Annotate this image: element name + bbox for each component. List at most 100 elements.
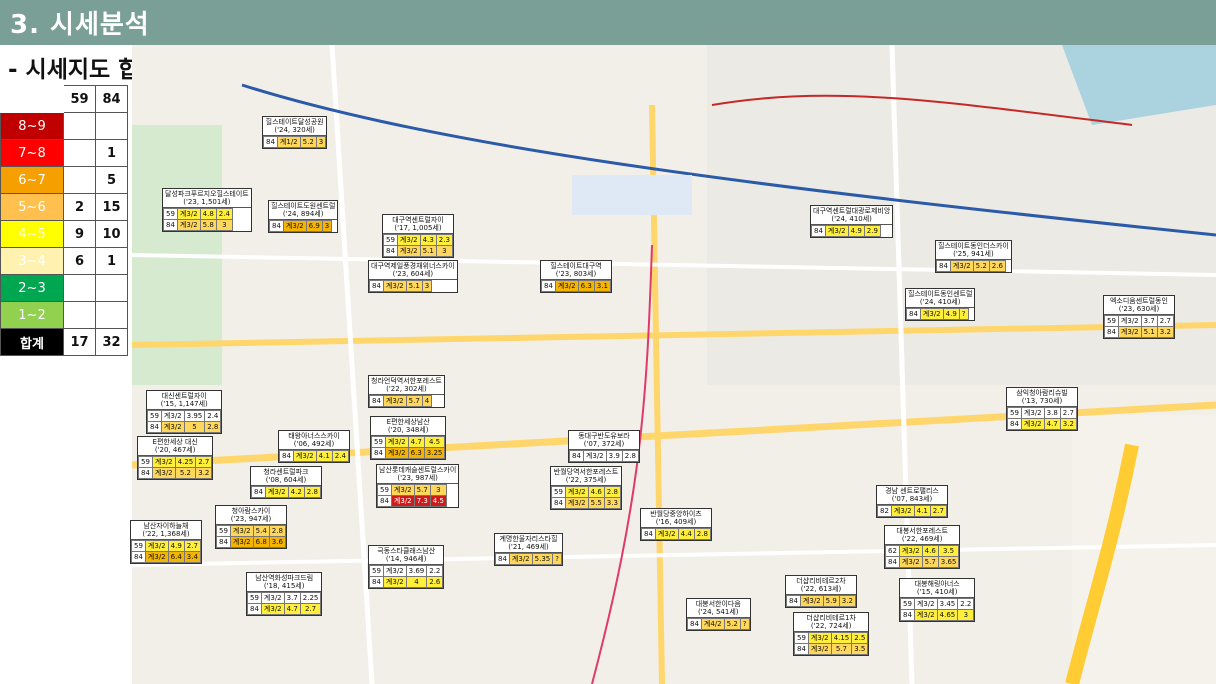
listing-cell: 2.6: [426, 576, 444, 588]
listing-box[interactable]: 힐스테이트동인센트럴 ('24, 410세) 84 계3/2 4.9?: [905, 288, 976, 321]
legend-header: 59 84: [0, 85, 128, 113]
listing-box[interactable]: 남산롯데캐슬센트럴스카이 ('23, 987세) 59 계3/2 5.7 3 84 계3/2 7…: [376, 464, 460, 508]
listing-price-table: 62 계3/2 4.6 3.5 84 계3/2 5.7 3.65: [885, 545, 960, 568]
listing-box[interactable]: 대신센트럴자이 ('15, 1,147세) 59 계3/2 3.95 2.4 84 계3/2 5…: [146, 390, 223, 434]
listing-cell: 계3/2: [1117, 326, 1142, 338]
listing-cell: 계4/2: [700, 618, 725, 630]
listing-title: 청라센트럴파크 ('08, 604세): [251, 467, 321, 486]
listing-cell: 3.7: [1140, 315, 1158, 327]
legend-range: 7~8: [0, 139, 64, 167]
listing-box[interactable]: 대구역센트럴대광로제비앙 ('24, 410세) 84 계3/2 4.9 2.9: [810, 205, 894, 238]
listing-box[interactable]: 대봉해링아너스 ('15, 410세) 59 계3/2 3.45 2.2 84 계3/2 4.6…: [899, 578, 976, 622]
legend-count-84: 1: [95, 139, 128, 167]
listing-year: ('24, 410세): [919, 298, 961, 306]
listing-box[interactable]: 청아람스카이 ('23, 947세) 59 계3/2 5.4 2.8 84 계3/2 6.8 3.…: [215, 505, 287, 549]
listing-box[interactable]: 대구역제일풍경채위너스카이 ('23, 604세) 84 계3/2 5.1 3: [368, 260, 458, 293]
listing-cell: 2.8: [268, 525, 286, 537]
listing-year: ('15, 410세): [916, 588, 958, 596]
listing-box[interactable]: 삼익청아람리슈빌 ('13, 730세) 59 계3/2 3.8 2.7 84 계3/2 4.7…: [1006, 387, 1078, 431]
listing-box[interactable]: 달성파크푸르지오힐스테이트 ('23, 1,501세) 59 계3/2 4.8 2.4 84…: [162, 188, 252, 232]
listing-price-row: 59 계3/2 3.7 2.25: [247, 592, 322, 604]
listing-box[interactable]: 경남 센트로팰리스 ('07, 843세) 82 계3/2 4.1 2.7: [876, 485, 948, 518]
legend-count-84: [95, 112, 128, 140]
listing-cell: ?: [552, 553, 562, 565]
listing-name: 극동스타클래스남산: [377, 547, 436, 555]
legend-row: 1~2: [0, 301, 128, 329]
listing-cell: 6.3: [577, 280, 595, 292]
listing-price-table: 59 계3/2 3.7 2.25 84 계3/2 4.7 2.7: [247, 592, 322, 615]
listing-box[interactable]: 힐스테이트대구역 ('23, 803세) 84 계3/2 6.3 3.1: [540, 260, 612, 293]
listing-box[interactable]: 더샵리비테르1차 ('22, 724세) 59 계3/2 4.15 2.5 84 계3/2 5.…: [793, 612, 870, 656]
listing-cell: 3.3: [603, 497, 621, 509]
listing-cell: 계3/2: [564, 486, 589, 498]
listing-cell: 3.95: [183, 410, 206, 422]
listing-cell: 84: [369, 280, 384, 292]
listing-box[interactable]: 동대구반도유보라 ('07, 372세) 84 계3/2 3.9 2.8: [568, 430, 640, 463]
legend-row: 5~6 2 15: [0, 193, 128, 221]
listing-cell: 계3/2: [229, 536, 254, 548]
listing-cell: 계3/2: [382, 576, 407, 588]
listing-cell: 계3/2: [264, 486, 289, 498]
listing-cell: 5.1: [1140, 326, 1158, 338]
listing-box[interactable]: E편한세상남산 ('20, 348세) 59 계3/2 4.7 4.5 84 계3/2 6.3 3…: [370, 416, 447, 460]
listing-name: 엑소디움센트럴동인: [1109, 297, 1168, 305]
listing-cell: ?: [958, 308, 969, 320]
listing-box[interactable]: 대봉서한포레스트 ('22, 469세) 62 계3/2 4.6 3.5 84 계3/2 5.7…: [884, 525, 961, 569]
listing-box[interactable]: 청라센트럴파크 ('08, 604세) 84 계3/2 4.2 2.8: [250, 466, 322, 499]
listing-cell: 계3/2: [1020, 418, 1045, 430]
listing-name: 더샵리비테르1차: [806, 614, 856, 622]
listing-cell: 84: [147, 421, 162, 433]
listing-box[interactable]: 힐스테이트달성공원 ('24, 320세) 84 계1/2 5.2 3: [262, 116, 328, 149]
listing-cell: 59: [551, 486, 566, 498]
listing-year: ('07, 843세): [891, 495, 933, 503]
listing-box[interactable]: 반월당중앙하이츠 ('16, 409세) 84 계3/2 4.4 2.8: [640, 508, 712, 541]
listing-box[interactable]: 엑소디움센트럴동인 ('23, 630세) 59 계3/2 3.7 2.7 84 계3/2 5.…: [1103, 295, 1175, 339]
listing-title: 힐스테이트동인센트럴 ('24, 410세): [906, 289, 975, 308]
listing-name: 계명한울자리스타힐: [499, 535, 558, 543]
listing-box[interactable]: 힐스테이트도원센트럴 ('24, 894세) 84 계3/2 6.9 3: [268, 200, 339, 233]
listing-cell: 59: [163, 208, 178, 220]
listing-cell: 84: [794, 643, 809, 655]
listing-cell: 62: [885, 545, 900, 557]
legend-range: 4~5: [0, 220, 64, 248]
listing-price-row: 84 계3/2 7.3 4.5: [377, 495, 447, 507]
listing-box[interactable]: 대봉서한이다음 ('24, 541세) 84 계4/2 5.2?: [686, 598, 751, 631]
listing-name: 동대구반도유보라: [578, 432, 630, 440]
listing-box[interactable]: 계명한울자리스타힐 ('21, 469세) 84 계3/2 5.35?: [494, 533, 563, 566]
listing-name: 삼익청아람리슈빌: [1016, 389, 1068, 397]
listing-box[interactable]: 남산자이하늘채 ('22, 1,368세) 59 계3/2 4.9 2.7 84 계3/2 6.…: [130, 520, 202, 564]
listing-cell: 4.5: [423, 436, 446, 448]
listing-cell: 2.8: [621, 450, 639, 462]
legend-col-84: 84: [95, 85, 128, 113]
listing-cell: 2.2: [426, 565, 444, 577]
listing-cell: 2.8: [204, 421, 222, 433]
listing-title: 대구역제일풍경채위너스카이 ('23, 604세): [369, 261, 457, 280]
listing-cell: 84: [569, 450, 584, 462]
listing-cell: 59: [794, 632, 809, 644]
listing-box[interactable]: 반월당역서한포레스트 ('22, 375세) 59 계3/2 4.6 2.8 84 계3/2 5…: [550, 466, 622, 510]
legend-count-84: 10: [95, 220, 128, 248]
listing-cell: 5.35: [531, 553, 554, 565]
listing-title: 대봉서한이다음 ('24, 541세): [687, 599, 750, 618]
listing-box[interactable]: 청라언덕역서한포레스트 ('22, 302세) 84 계3/2 5.7 4: [368, 375, 445, 408]
listing-box[interactable]: 극동스타클래스남산 ('14, 946세) 59 계3/2 3.69 2.2 84 계3/2 4…: [368, 545, 445, 589]
listing-name: 힐스테이트도원센트럴: [271, 202, 336, 210]
listing-box[interactable]: 대구역센트럴자이 ('17, 1,005세) 59 계3/2 4.3 2.3 84 계3/2 5…: [382, 214, 454, 258]
listing-price-row: 59 계3/2 4.15 2.5: [794, 632, 869, 644]
legend-range: 1~2: [0, 301, 64, 329]
listing-box[interactable]: 더샵리비테르2차 ('22, 613세) 84 계3/2 5.9 3.2: [785, 575, 857, 608]
legend-count-59: 9: [63, 220, 96, 248]
listing-box[interactable]: E편한세상 대신 ('20, 467세) 59 계3/2 4.25 2.7 84 계3/2 5.…: [137, 436, 214, 480]
listing-cell: 84: [906, 308, 921, 320]
listing-price-row: 84 계3/2 4 2.6: [369, 576, 444, 588]
listing-box[interactable]: 남산역화성파크드림 ('18, 415세) 59 계3/2 3.7 2.25 84 계3/2 4…: [246, 572, 323, 616]
listing-cell: 6.9: [305, 220, 323, 232]
listing-name: 힐스테이트동인더스카이: [938, 242, 1009, 250]
listing-box[interactable]: 태왕아너스스카이 ('06, 492세) 84 계3/2 4.1 2.4: [278, 430, 350, 463]
listing-title: 더샵리비테르2차 ('22, 613세): [786, 576, 856, 595]
listing-cell: 계3/2: [807, 632, 832, 644]
listing-cell: 3: [215, 219, 233, 231]
listing-box[interactable]: 힐스테이트동인더스카이 ('25, 941세) 84 계3/2 5.2 2.6: [935, 240, 1012, 273]
listing-cell: 5.2: [299, 136, 317, 148]
listing-cell: 84: [495, 553, 510, 565]
